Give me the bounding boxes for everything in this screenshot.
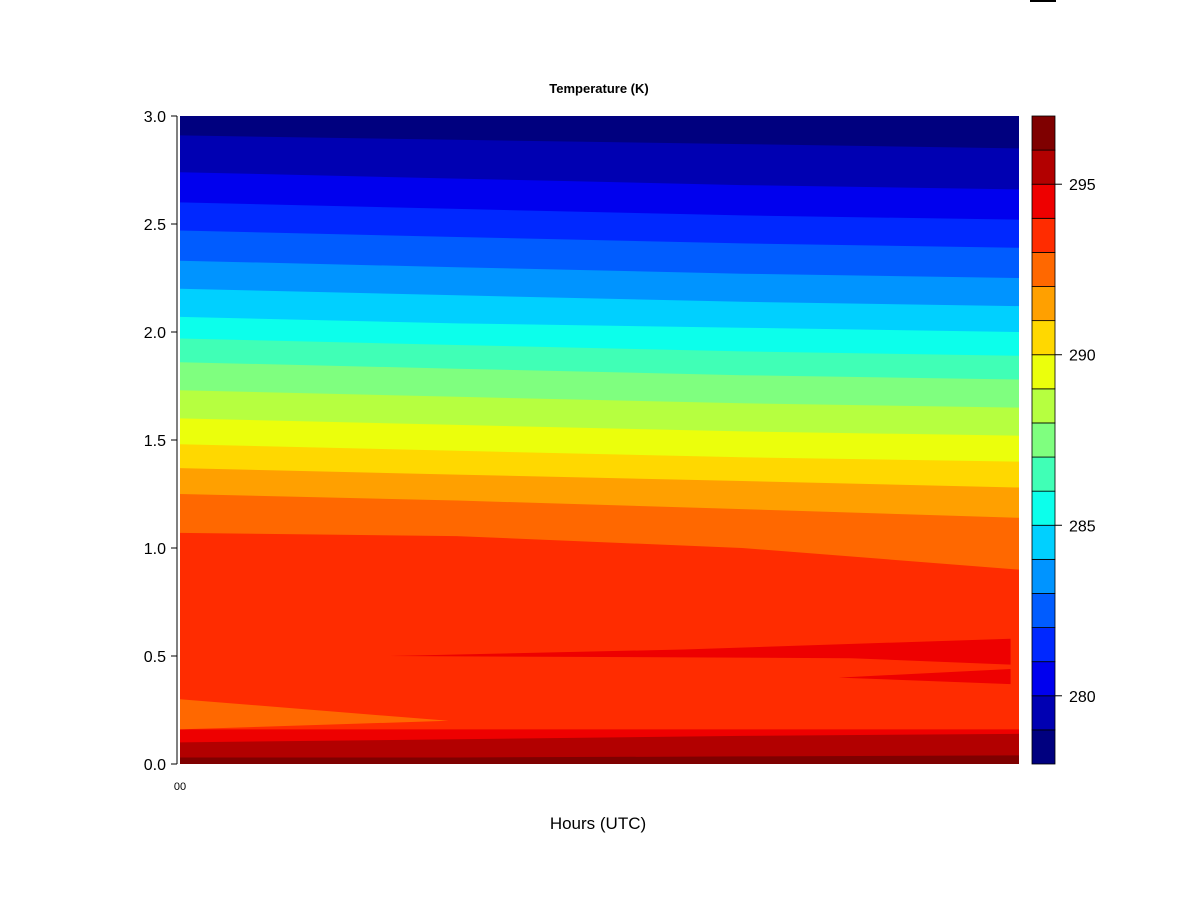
colorbar-swatch-12 (1031, 320, 1056, 356)
colorbar-swatch-0 (1031, 729, 1056, 765)
colorbar-swatch-11 (1031, 354, 1056, 390)
colorbar-swatch-2 (1031, 661, 1056, 697)
y-tick-label-3: 1.5 (144, 433, 166, 450)
colorbar-swatch-6 (1031, 524, 1056, 560)
colorbar-swatch-8 (1031, 456, 1056, 492)
y-tick-label-0: 0.0 (144, 757, 166, 774)
colorbar-swatch-13 (1031, 286, 1056, 322)
y-tick-label-1: 0.5 (144, 649, 166, 666)
colorbar-swatch-18 (1031, 115, 1056, 151)
colorbar-swatch-7 (1031, 490, 1056, 526)
plot-area (180, 116, 1019, 764)
y-tick-label-5: 2.5 (144, 217, 166, 234)
colorbar-swatch-15 (1031, 217, 1056, 253)
x-axis-label: Hours (UTC) (550, 814, 646, 833)
y-tick-label-2: 1.0 (144, 541, 166, 558)
y-tick-label-4: 2.0 (144, 325, 166, 342)
colorbar-swatch-5 (1031, 558, 1056, 594)
colorbar-swatch-10 (1031, 388, 1056, 424)
colorbar-swatch-3 (1031, 627, 1056, 663)
x-tick-label-0: 00 (174, 781, 186, 793)
temperature-contour-chart: Temperature (K) 0.0 0.5 1.0 1.5 2.0 2.5 3.0 00… (144, 81, 1096, 833)
colorbar-swatch-4 (1031, 593, 1056, 628)
colorbar-tick-label-0: 280 (1069, 689, 1096, 706)
colorbar-swatch-1 (1031, 695, 1056, 731)
colorbar-swatch-16 (1031, 183, 1056, 219)
colorbar-tick-label-3: 295 (1069, 177, 1096, 194)
colorbar: 280 285 290 295 (1031, 115, 1096, 765)
y-tick-label-6: 3.0 (144, 109, 166, 126)
x-axis: 00 (174, 781, 186, 793)
colorbar-swatch-17 (1031, 149, 1056, 185)
colorbar-tick-label-2: 290 (1069, 348, 1096, 365)
colorbar-swatch-9 (1031, 422, 1056, 458)
chart-title: Temperature (K) (549, 81, 648, 96)
y-axis: 0.0 0.5 1.0 1.5 2.0 2.5 3.0 (144, 109, 178, 774)
colorbar-tick-label-1: 285 (1069, 518, 1096, 535)
colorbar-swatch-14 (1031, 252, 1056, 287)
